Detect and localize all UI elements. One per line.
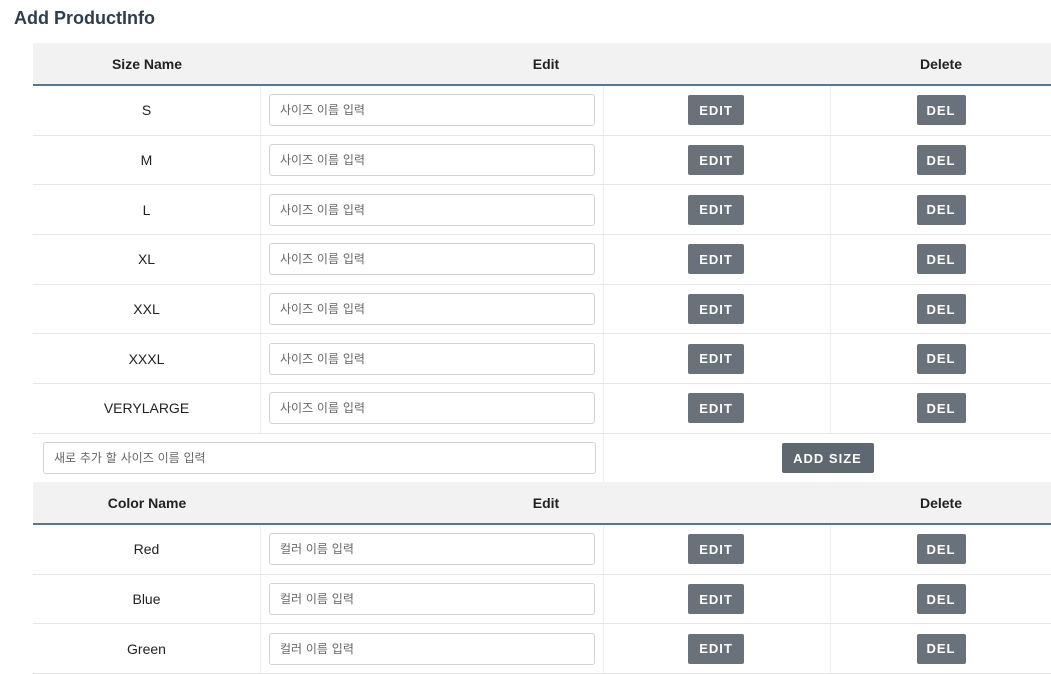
delete-color-button[interactable]: DEL: [916, 534, 966, 565]
delete-size-button[interactable]: DEL: [916, 194, 966, 225]
size-delete-header: Delete: [919, 55, 963, 72]
edit-color-button[interactable]: EDIT: [688, 584, 744, 615]
size-edit-header: Edit: [532, 55, 560, 72]
size-row: XXXL EDIT DEL: [33, 334, 1051, 385]
size-name-input[interactable]: [269, 293, 595, 326]
delete-size-button[interactable]: DEL: [916, 343, 966, 374]
edit-color-button[interactable]: EDIT: [688, 534, 744, 565]
edit-size-button[interactable]: EDIT: [688, 343, 744, 374]
color-name-input[interactable]: [269, 583, 595, 616]
edit-size-button[interactable]: EDIT: [688, 194, 744, 225]
color-name-cell: Green: [33, 624, 261, 674]
size-table: Size Name Edit Delete S EDIT DEL M EDIT …: [33, 43, 1051, 483]
delete-color-button[interactable]: DEL: [916, 584, 966, 615]
size-name-cell: M: [33, 135, 261, 185]
color-table: Color Name Edit Delete Red EDIT DEL Blue…: [33, 482, 1051, 674]
edit-color-button[interactable]: EDIT: [688, 633, 744, 664]
delete-size-button[interactable]: DEL: [916, 393, 966, 424]
size-name-cell: VERYLARGE: [33, 384, 261, 433]
delete-size-button[interactable]: DEL: [916, 145, 966, 176]
color-row: Blue EDIT DEL: [33, 574, 1051, 625]
size-row: S EDIT DEL: [33, 86, 1051, 136]
size-name-cell: XL: [33, 235, 261, 284]
size-row: L EDIT DEL: [33, 185, 1051, 236]
page-title: Add ProductInfo: [14, 8, 155, 28]
size-name-input[interactable]: [269, 144, 595, 177]
size-name-input[interactable]: [269, 243, 595, 276]
size-name-input[interactable]: [269, 342, 595, 375]
add-size-button[interactable]: ADD SIZE: [781, 443, 874, 474]
color-delete-header: Delete: [919, 494, 963, 511]
size-name-cell: S: [33, 86, 261, 135]
size-table-header: Size Name Edit Delete: [33, 43, 1051, 86]
size-row: XL EDIT DEL: [33, 235, 1051, 285]
edit-size-button[interactable]: EDIT: [688, 145, 744, 176]
edit-size-button[interactable]: EDIT: [688, 244, 744, 275]
size-name-header: Size Name: [111, 55, 183, 72]
color-edit-header: Edit: [532, 494, 560, 511]
color-name-input[interactable]: [269, 533, 595, 566]
size-name-input[interactable]: [269, 193, 595, 226]
size-row: VERYLARGE EDIT DEL: [33, 384, 1051, 434]
size-name-input[interactable]: [269, 94, 595, 127]
color-row: Green EDIT DEL: [33, 624, 1051, 674]
color-name-cell: Blue: [33, 574, 261, 624]
delete-color-button[interactable]: DEL: [916, 633, 966, 664]
color-table-header: Color Name Edit Delete: [33, 482, 1051, 525]
color-row: Red EDIT DEL: [33, 525, 1051, 575]
color-name-header: Color Name: [107, 494, 187, 511]
size-name-cell: XXL: [33, 284, 261, 334]
delete-size-button[interactable]: DEL: [916, 294, 966, 325]
size-row: M EDIT DEL: [33, 135, 1051, 186]
size-name-input[interactable]: [269, 392, 595, 425]
size-row: XXL EDIT DEL: [33, 284, 1051, 335]
delete-size-button[interactable]: DEL: [916, 244, 966, 275]
color-name-cell: Red: [33, 525, 261, 574]
size-name-cell: XXXL: [33, 334, 261, 384]
new-size-input[interactable]: [43, 442, 596, 475]
size-name-cell: L: [33, 185, 261, 235]
edit-size-button[interactable]: EDIT: [688, 393, 744, 424]
edit-size-button[interactable]: EDIT: [688, 95, 744, 126]
color-name-input[interactable]: [269, 632, 595, 665]
add-size-row: ADD SIZE: [33, 433, 1051, 483]
edit-size-button[interactable]: EDIT: [688, 294, 744, 325]
delete-size-button[interactable]: DEL: [916, 95, 966, 126]
